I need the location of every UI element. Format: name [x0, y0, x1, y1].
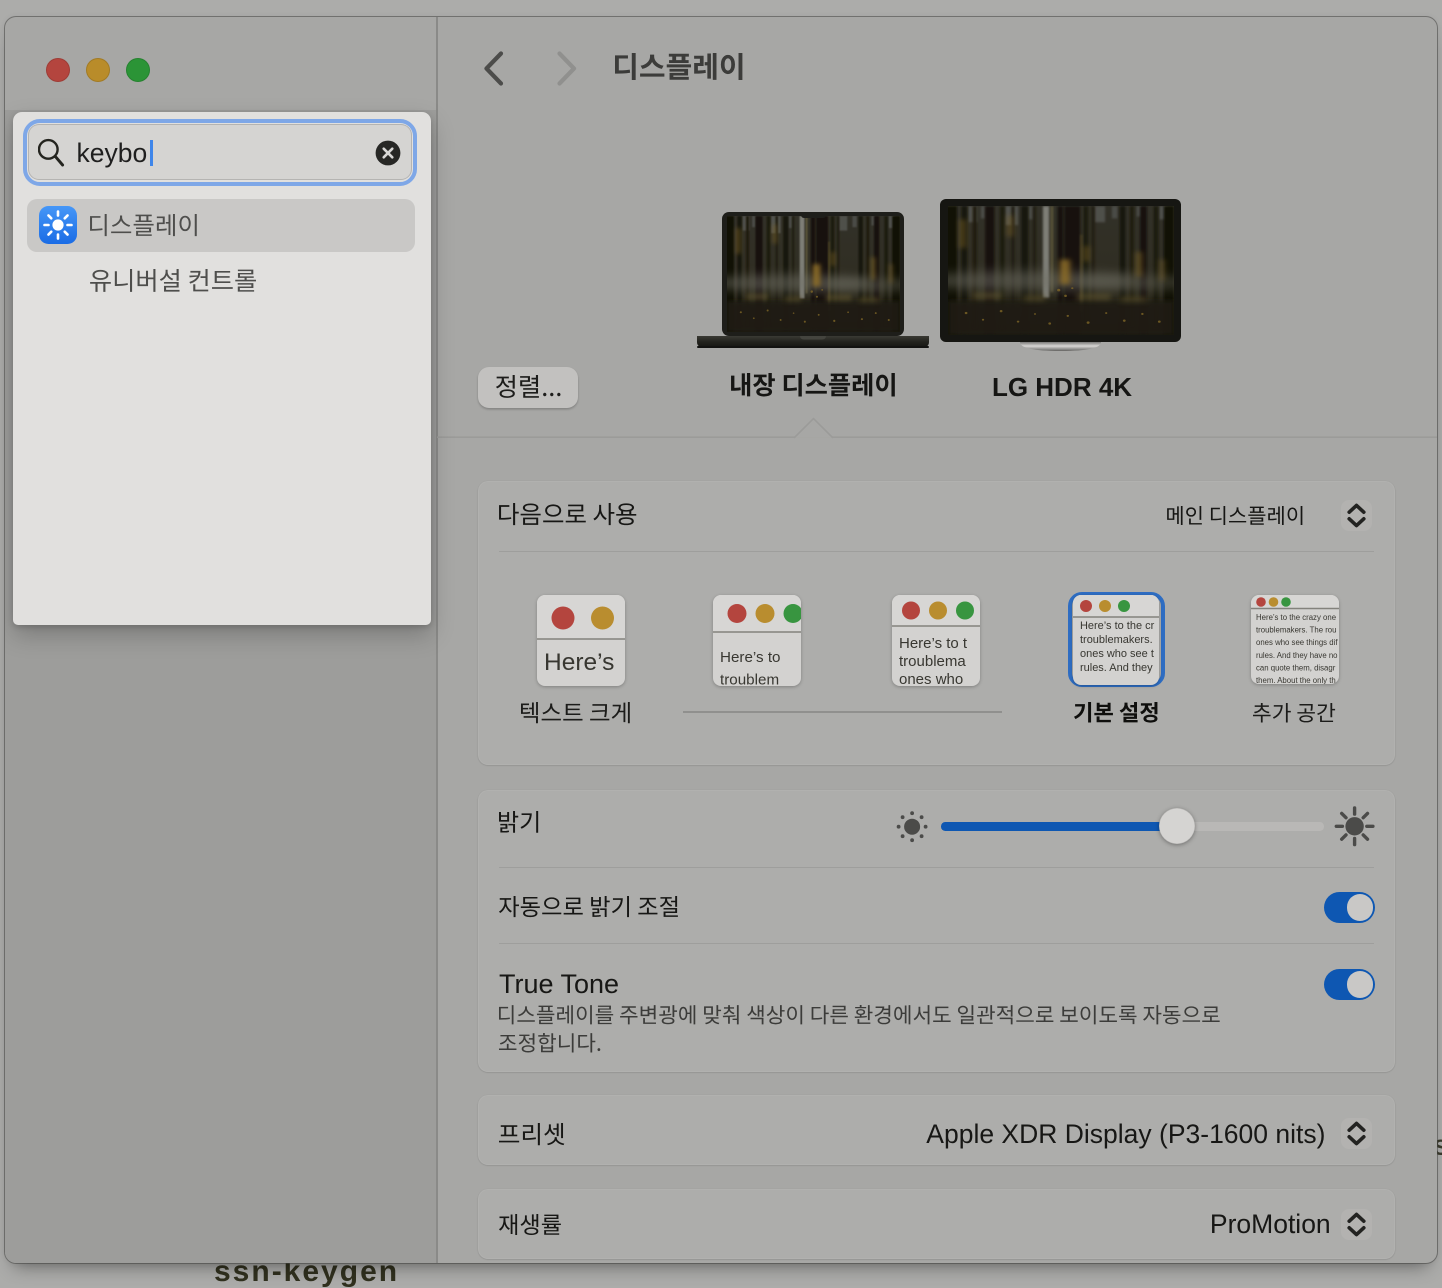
- svg-text:ones who see things dif: ones who see things dif: [1256, 638, 1338, 647]
- svg-text:troublem: troublem: [720, 671, 779, 686]
- svg-text:can quote them, disagr: can quote them, disagr: [1256, 663, 1336, 672]
- svg-text:troublemakers. The rou: troublemakers. The rou: [1256, 626, 1336, 635]
- svg-text:them. About the only th: them. About the only th: [1256, 676, 1336, 684]
- svg-text:rules. And they have no: rules. And they have no: [1256, 651, 1338, 660]
- svg-text:rules. And they: rules. And they: [1080, 662, 1153, 674]
- svg-text:Here’s to: Here’s to: [720, 649, 781, 666]
- svg-text:troublemakers.: troublemakers.: [1080, 634, 1153, 646]
- svg-text:troublema: troublema: [899, 653, 966, 670]
- svg-text:ones who: ones who: [899, 671, 963, 686]
- svg-text:ones who see t: ones who see t: [1080, 648, 1154, 660]
- svg-text:Here’s to the crazy one: Here’s to the crazy one: [1256, 613, 1336, 622]
- svg-text:Here’s: Here’s: [544, 649, 614, 676]
- svg-text:Here’s to t: Here’s to t: [899, 635, 968, 652]
- svg-text:Here’s to the cr: Here’s to the cr: [1080, 620, 1155, 632]
